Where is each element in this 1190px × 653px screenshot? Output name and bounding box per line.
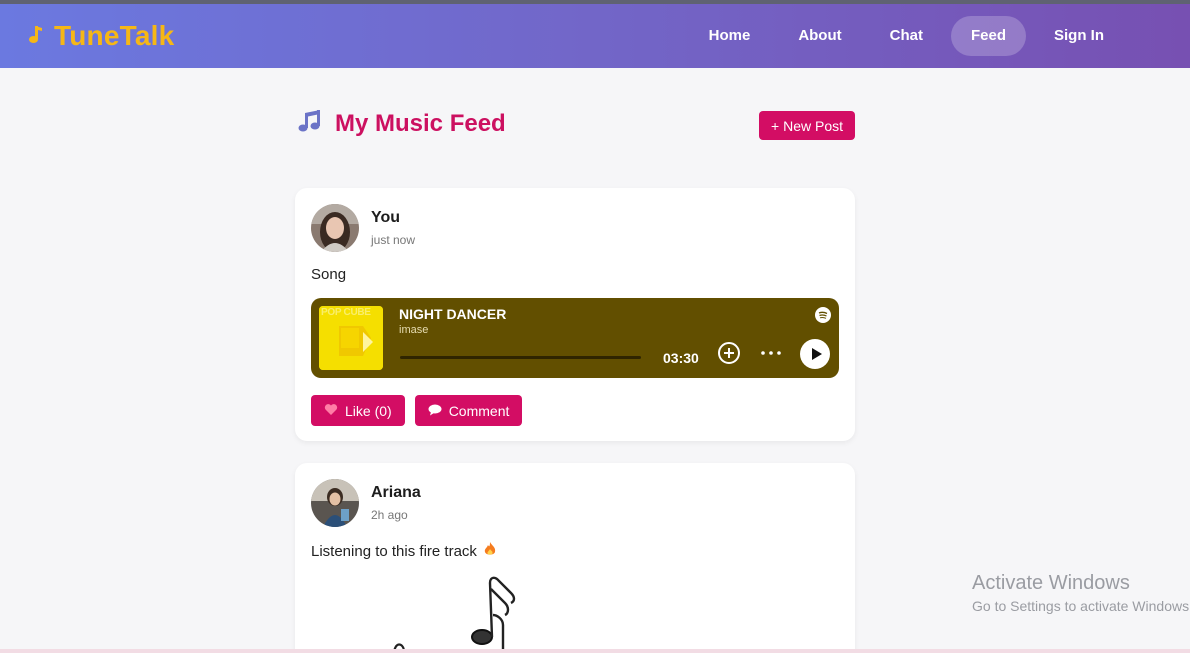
post-actions: Like (0) Comment: [311, 395, 523, 426]
track-duration: 03:30: [663, 350, 699, 366]
like-button[interactable]: Like (0): [311, 395, 405, 426]
comment-button[interactable]: Comment: [414, 395, 523, 426]
page-title: My Music Feed: [297, 108, 506, 139]
post-card: You just now Song POP CUBE NIGHT DANCER …: [295, 188, 855, 441]
music-notes-illustration: [375, 575, 695, 653]
nav-home[interactable]: Home: [689, 16, 771, 56]
post-text: Listening to this fire track: [311, 541, 497, 561]
feed-header: My Music Feed + New Post: [297, 108, 855, 144]
music-note-icon: [26, 23, 44, 50]
progress-bar[interactable]: [400, 356, 641, 359]
watermark-subtitle: Go to Settings to activate Windows.: [972, 598, 1190, 614]
music-notes-icon: [297, 108, 323, 139]
track-artist[interactable]: imase: [399, 324, 428, 336]
speech-bubble-icon: [428, 403, 442, 419]
nav-about[interactable]: About: [778, 16, 861, 56]
play-icon[interactable]: [800, 339, 830, 369]
spotify-icon[interactable]: [815, 307, 831, 323]
post-time: 2h ago: [371, 508, 408, 522]
post-author[interactable]: You: [371, 209, 400, 227]
album-cover[interactable]: POP CUBE: [319, 306, 383, 370]
track-title[interactable]: NIGHT DANCER: [399, 306, 506, 322]
more-options-icon[interactable]: [759, 344, 783, 362]
avatar[interactable]: [311, 479, 359, 527]
post-text-value: Song: [311, 266, 347, 283]
nav-sign-in[interactable]: Sign In: [1034, 16, 1124, 56]
window-bottom-border: [0, 649, 1190, 653]
watermark-title: Activate Windows: [972, 572, 1130, 594]
post-time: just now: [371, 233, 416, 247]
nav-feed[interactable]: Feed: [950, 16, 1026, 56]
post-author[interactable]: Ariana: [371, 484, 421, 502]
comment-label: Comment: [448, 402, 510, 419]
brand[interactable]: TuneTalk: [26, 18, 174, 54]
navbar: TuneTalk Home About Chat Feed Sign In: [0, 4, 1190, 68]
add-to-library-icon[interactable]: [717, 341, 741, 365]
avatar[interactable]: [311, 204, 359, 252]
fire-icon: [483, 541, 497, 561]
nav-chat[interactable]: Chat: [870, 16, 943, 56]
nav-menu: Home About Chat Feed Sign In: [689, 16, 1124, 56]
brand-title: TuneTalk: [54, 20, 175, 51]
like-label: Like (0): [345, 402, 392, 419]
post-text-value: Listening to this fire track: [311, 542, 477, 560]
new-post-button[interactable]: + New Post: [759, 111, 855, 140]
feed-title: My Music Feed: [335, 109, 506, 137]
post-card: Ariana 2h ago Listening to this fire tra…: [295, 463, 855, 653]
post-text: Song: [311, 266, 346, 283]
activate-windows-watermark: Activate Windows Go to Settings to activ…: [972, 572, 1190, 614]
cover-text: POP CUBE: [321, 307, 371, 318]
heart-icon: [324, 403, 338, 419]
music-player: POP CUBE NIGHT DANCER imase 03:30: [311, 298, 839, 378]
